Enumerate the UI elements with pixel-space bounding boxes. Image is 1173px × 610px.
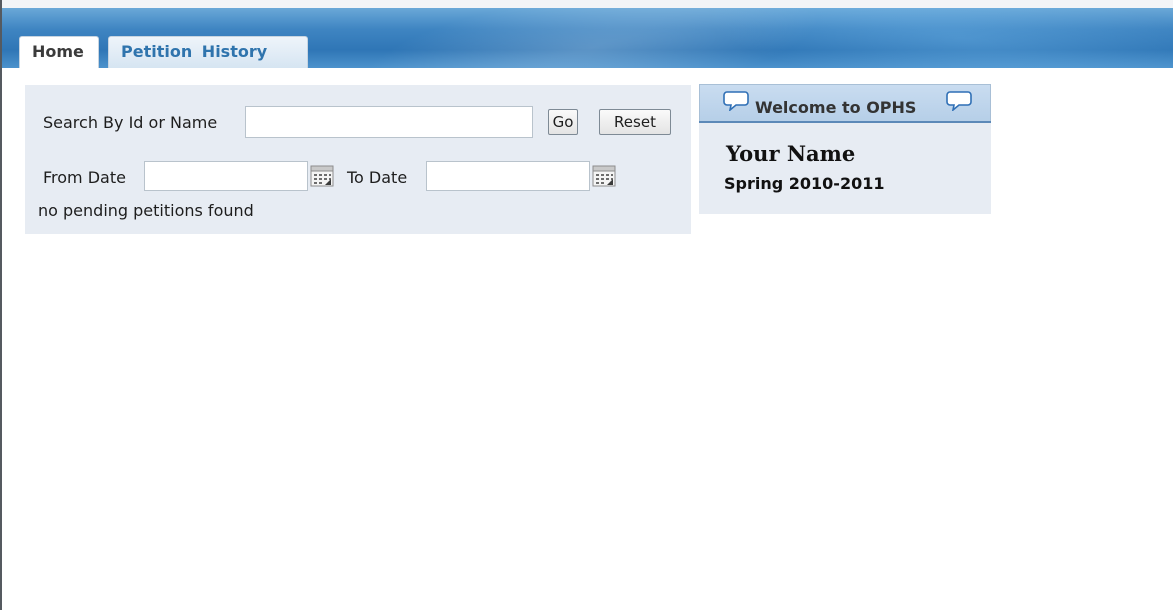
top-strip — [0, 0, 1173, 8]
speech-bubble-icon — [723, 91, 749, 111]
tab-home[interactable]: Home — [19, 36, 99, 68]
speech-bubble-icon — [946, 91, 972, 111]
from-date-field[interactable] — [144, 161, 308, 191]
search-label: Search By Id or Name — [43, 113, 218, 132]
reset-button[interactable]: Reset — [599, 109, 671, 135]
go-button[interactable]: Go — [548, 109, 578, 135]
window-left-border — [0, 0, 2, 610]
search-panel: Search By Id or Name Go Reset From Date … — [25, 85, 691, 234]
user-name: Your Name — [726, 141, 856, 166]
welcome-header-underline — [699, 121, 991, 123]
term-label: Spring 2010-2011 — [724, 174, 885, 193]
welcome-title: Welcome to OPHS — [755, 98, 917, 117]
from-date-label: From Date — [43, 168, 126, 187]
to-date-field[interactable] — [426, 161, 590, 191]
calendar-icon[interactable] — [310, 165, 334, 187]
to-date-label: To Date — [347, 168, 408, 187]
tab-petition-history[interactable]: Petition History — [108, 36, 308, 68]
calendar-icon[interactable] — [592, 165, 616, 187]
welcome-panel: Welcome to OPHS Your Name Spring 2010-20… — [699, 84, 991, 214]
search-input[interactable] — [245, 106, 533, 138]
status-message: no pending petitions found — [38, 201, 254, 220]
